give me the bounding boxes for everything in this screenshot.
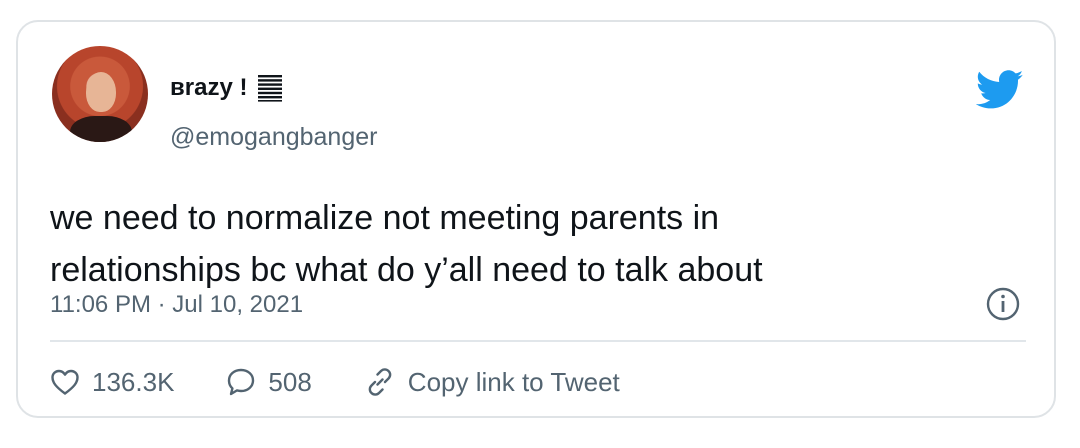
copy-link-button[interactable]: Copy link to Tweet	[364, 366, 620, 398]
twitter-bird-icon[interactable]	[976, 70, 1024, 110]
speech-bubble-icon	[228, 368, 255, 396]
avatar[interactable]	[52, 46, 148, 142]
tweet-timestamp[interactable]: 11:06 PM · Jul 10, 2021	[50, 290, 303, 320]
tweet-card: вrazy ! @emogangbanger we need to normal…	[16, 20, 1056, 418]
avatar-body	[70, 116, 132, 142]
tweet-text-line-2: relationships bc what do y’all need to t…	[50, 251, 763, 289]
author-display-name[interactable]: вrazy !	[170, 74, 247, 102]
avatar-face	[86, 72, 116, 112]
info-icon[interactable]	[985, 286, 1021, 322]
reply-count: 508	[268, 366, 312, 397]
tweet-text: we need to normalize not meeting parents…	[50, 192, 1030, 296]
like-button[interactable]: 136.3K	[50, 367, 174, 398]
striped-lines-icon	[258, 75, 283, 102]
like-count: 136.3K	[92, 366, 175, 397]
heart-icon	[51, 369, 79, 395]
tweet-text-line-1: we need to normalize not meeting parents…	[50, 199, 720, 237]
divider	[50, 340, 1026, 342]
author-name-row: вrazy !	[170, 74, 283, 102]
reply-button[interactable]: 508	[226, 366, 312, 398]
copy-link-label: Copy link to Tweet	[407, 366, 620, 397]
author-handle[interactable]: @emogangbanger	[170, 122, 377, 152]
action-bar: 136.3K 508 Copy link to Tweet	[50, 362, 672, 402]
link-icon	[368, 368, 392, 396]
